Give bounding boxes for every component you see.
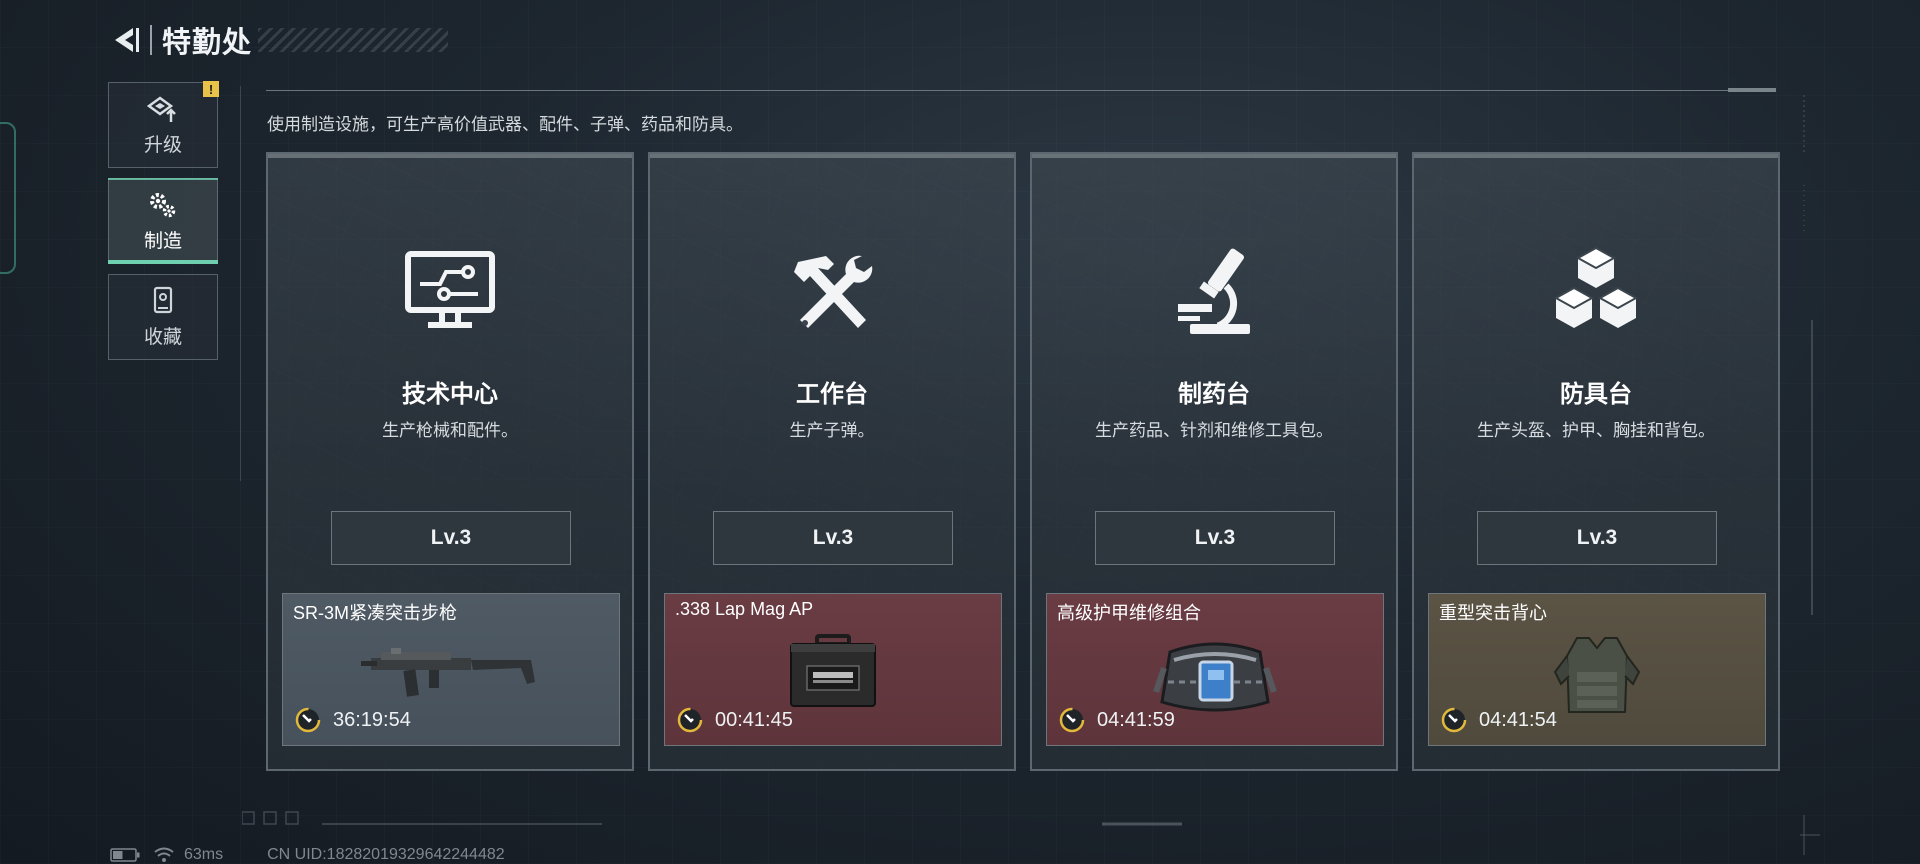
station-name: 制药台 bbox=[1178, 381, 1250, 408]
ammo-case-icon bbox=[790, 634, 876, 707]
collection-icon bbox=[153, 286, 173, 313]
content-top-line bbox=[266, 90, 1776, 91]
crafting-timer: 04:41:54 bbox=[1441, 707, 1557, 733]
title-hatch-decoration bbox=[258, 28, 449, 52]
station-description: 生产枪械和配件。 bbox=[382, 421, 518, 440]
station-cards: 技术中心 生产枪械和配件。 Lv.3 SR-3M紧凑突击步枪 36:19:54 bbox=[266, 152, 1780, 771]
right-hud-decoration bbox=[1800, 95, 1820, 855]
station-name: 防具台 bbox=[1560, 381, 1632, 408]
uid-text: CN UID:18282019329642244482 bbox=[267, 846, 505, 863]
crafting-timer-text: 04:41:59 bbox=[1097, 708, 1175, 731]
crafting-job-slot[interactable]: 高级护甲维修组合 04:41:59 bbox=[1046, 593, 1384, 746]
sidebar-rail bbox=[240, 86, 241, 481]
hammer-wrench-icon bbox=[794, 255, 873, 328]
crafting-timer-text: 04:41:54 bbox=[1479, 708, 1557, 731]
rifle-icon bbox=[361, 648, 535, 697]
sidebar-item-upgrade[interactable]: ! 升级 bbox=[108, 81, 219, 168]
back-button[interactable] bbox=[108, 20, 144, 60]
timer-icon bbox=[1441, 707, 1467, 733]
crafting-item-name: .338 Lap Mag AP bbox=[675, 599, 814, 619]
station-card-armor[interactable]: 防具台 生产头盔、护甲、胸挂和背包。 Lv.3 重型突击背心 04:41:54 bbox=[1412, 152, 1780, 771]
station-card-tech-center[interactable]: 技术中心 生产枪械和配件。 Lv.3 SR-3M紧凑突击步枪 36:19:54 bbox=[266, 152, 634, 771]
station-name: 技术中心 bbox=[402, 381, 498, 408]
wifi-icon bbox=[154, 847, 174, 862]
upgrade-icon bbox=[146, 95, 176, 122]
sidebar-item-collection[interactable]: 收藏 bbox=[108, 274, 218, 360]
status-bar: 63ms CN UID:18282019329642244482 bbox=[110, 846, 505, 864]
station-level-button[interactable]: Lv.3 bbox=[1477, 511, 1717, 565]
crafting-timer: 00:41:45 bbox=[677, 707, 793, 733]
sidebar-item-label: 升级 bbox=[143, 134, 182, 156]
crafting-timer-text: 36:19:54 bbox=[333, 708, 411, 731]
station-description: 生产药品、针剂和维修工具包。 bbox=[1095, 421, 1333, 440]
station-card-workbench[interactable]: 工作台 生产子弹。 Lv.3 .338 Lap Mag AP 00:41:45 bbox=[648, 152, 1016, 771]
edge-drawer-handle[interactable] bbox=[0, 122, 16, 274]
crafting-timer: 36:19:54 bbox=[295, 707, 411, 733]
page-title: 特勤处 bbox=[162, 27, 253, 59]
repair-bag-icon bbox=[1153, 642, 1277, 712]
station-level-button[interactable]: Lv.3 bbox=[331, 511, 571, 565]
sidebar-item-label: 收藏 bbox=[143, 326, 182, 348]
content-top-line-cap bbox=[1728, 88, 1776, 92]
page-header: 特勤处 bbox=[108, 18, 449, 62]
alert-badge: ! bbox=[203, 81, 219, 97]
microscope-icon bbox=[1178, 248, 1250, 334]
timer-icon bbox=[295, 707, 321, 733]
station-level-button[interactable]: Lv.3 bbox=[713, 511, 953, 565]
battery-icon bbox=[110, 848, 140, 862]
cubes-icon bbox=[1553, 246, 1639, 328]
timer-icon bbox=[677, 707, 703, 733]
crafting-job-slot[interactable]: .338 Lap Mag AP 00:41:45 bbox=[664, 593, 1002, 746]
station-level-button[interactable]: Lv.3 bbox=[1095, 511, 1335, 565]
armor-vest-icon bbox=[1553, 637, 1641, 713]
crafting-job-slot[interactable]: 重型突击背心 04:41:54 bbox=[1428, 593, 1766, 746]
sidebar-item-label: 制造 bbox=[143, 230, 182, 252]
crafting-timer: 04:41:59 bbox=[1059, 707, 1175, 733]
crafting-timer-text: 00:41:45 bbox=[715, 708, 793, 731]
back-arrow-icon bbox=[115, 28, 139, 52]
crafting-gears-icon bbox=[150, 192, 176, 217]
station-card-pharmacy[interactable]: 制药台 生产药品、针剂和维修工具包。 Lv.3 高级护甲维修组合 04:41:5… bbox=[1030, 152, 1398, 771]
ping-text: 63ms bbox=[184, 846, 224, 863]
monitor-circuit-icon bbox=[405, 251, 495, 328]
crafting-job-slot[interactable]: SR-3M紧凑突击步枪 36:19:54 bbox=[282, 593, 620, 746]
header-divider bbox=[150, 25, 152, 55]
sidebar: ! 升级 制造 收藏 bbox=[108, 81, 220, 370]
station-description: 生产头盔、护甲、胸挂和背包。 bbox=[1477, 421, 1715, 440]
crafting-item-name: 高级护甲维修组合 bbox=[1057, 603, 1201, 623]
crafting-item-name: SR-3M紧凑突击步枪 bbox=[293, 603, 458, 623]
crafting-item-name: 重型突击背心 bbox=[1439, 603, 1547, 623]
sidebar-item-crafting[interactable]: 制造 bbox=[108, 178, 218, 264]
facility-description: 使用制造设施，可生产高价值武器、配件、子弹、药品和防具。 bbox=[267, 115, 743, 134]
station-name: 工作台 bbox=[796, 381, 868, 408]
timer-icon bbox=[1059, 707, 1085, 733]
bottom-hud-decoration bbox=[242, 811, 1182, 826]
station-description: 生产子弹。 bbox=[789, 421, 875, 440]
